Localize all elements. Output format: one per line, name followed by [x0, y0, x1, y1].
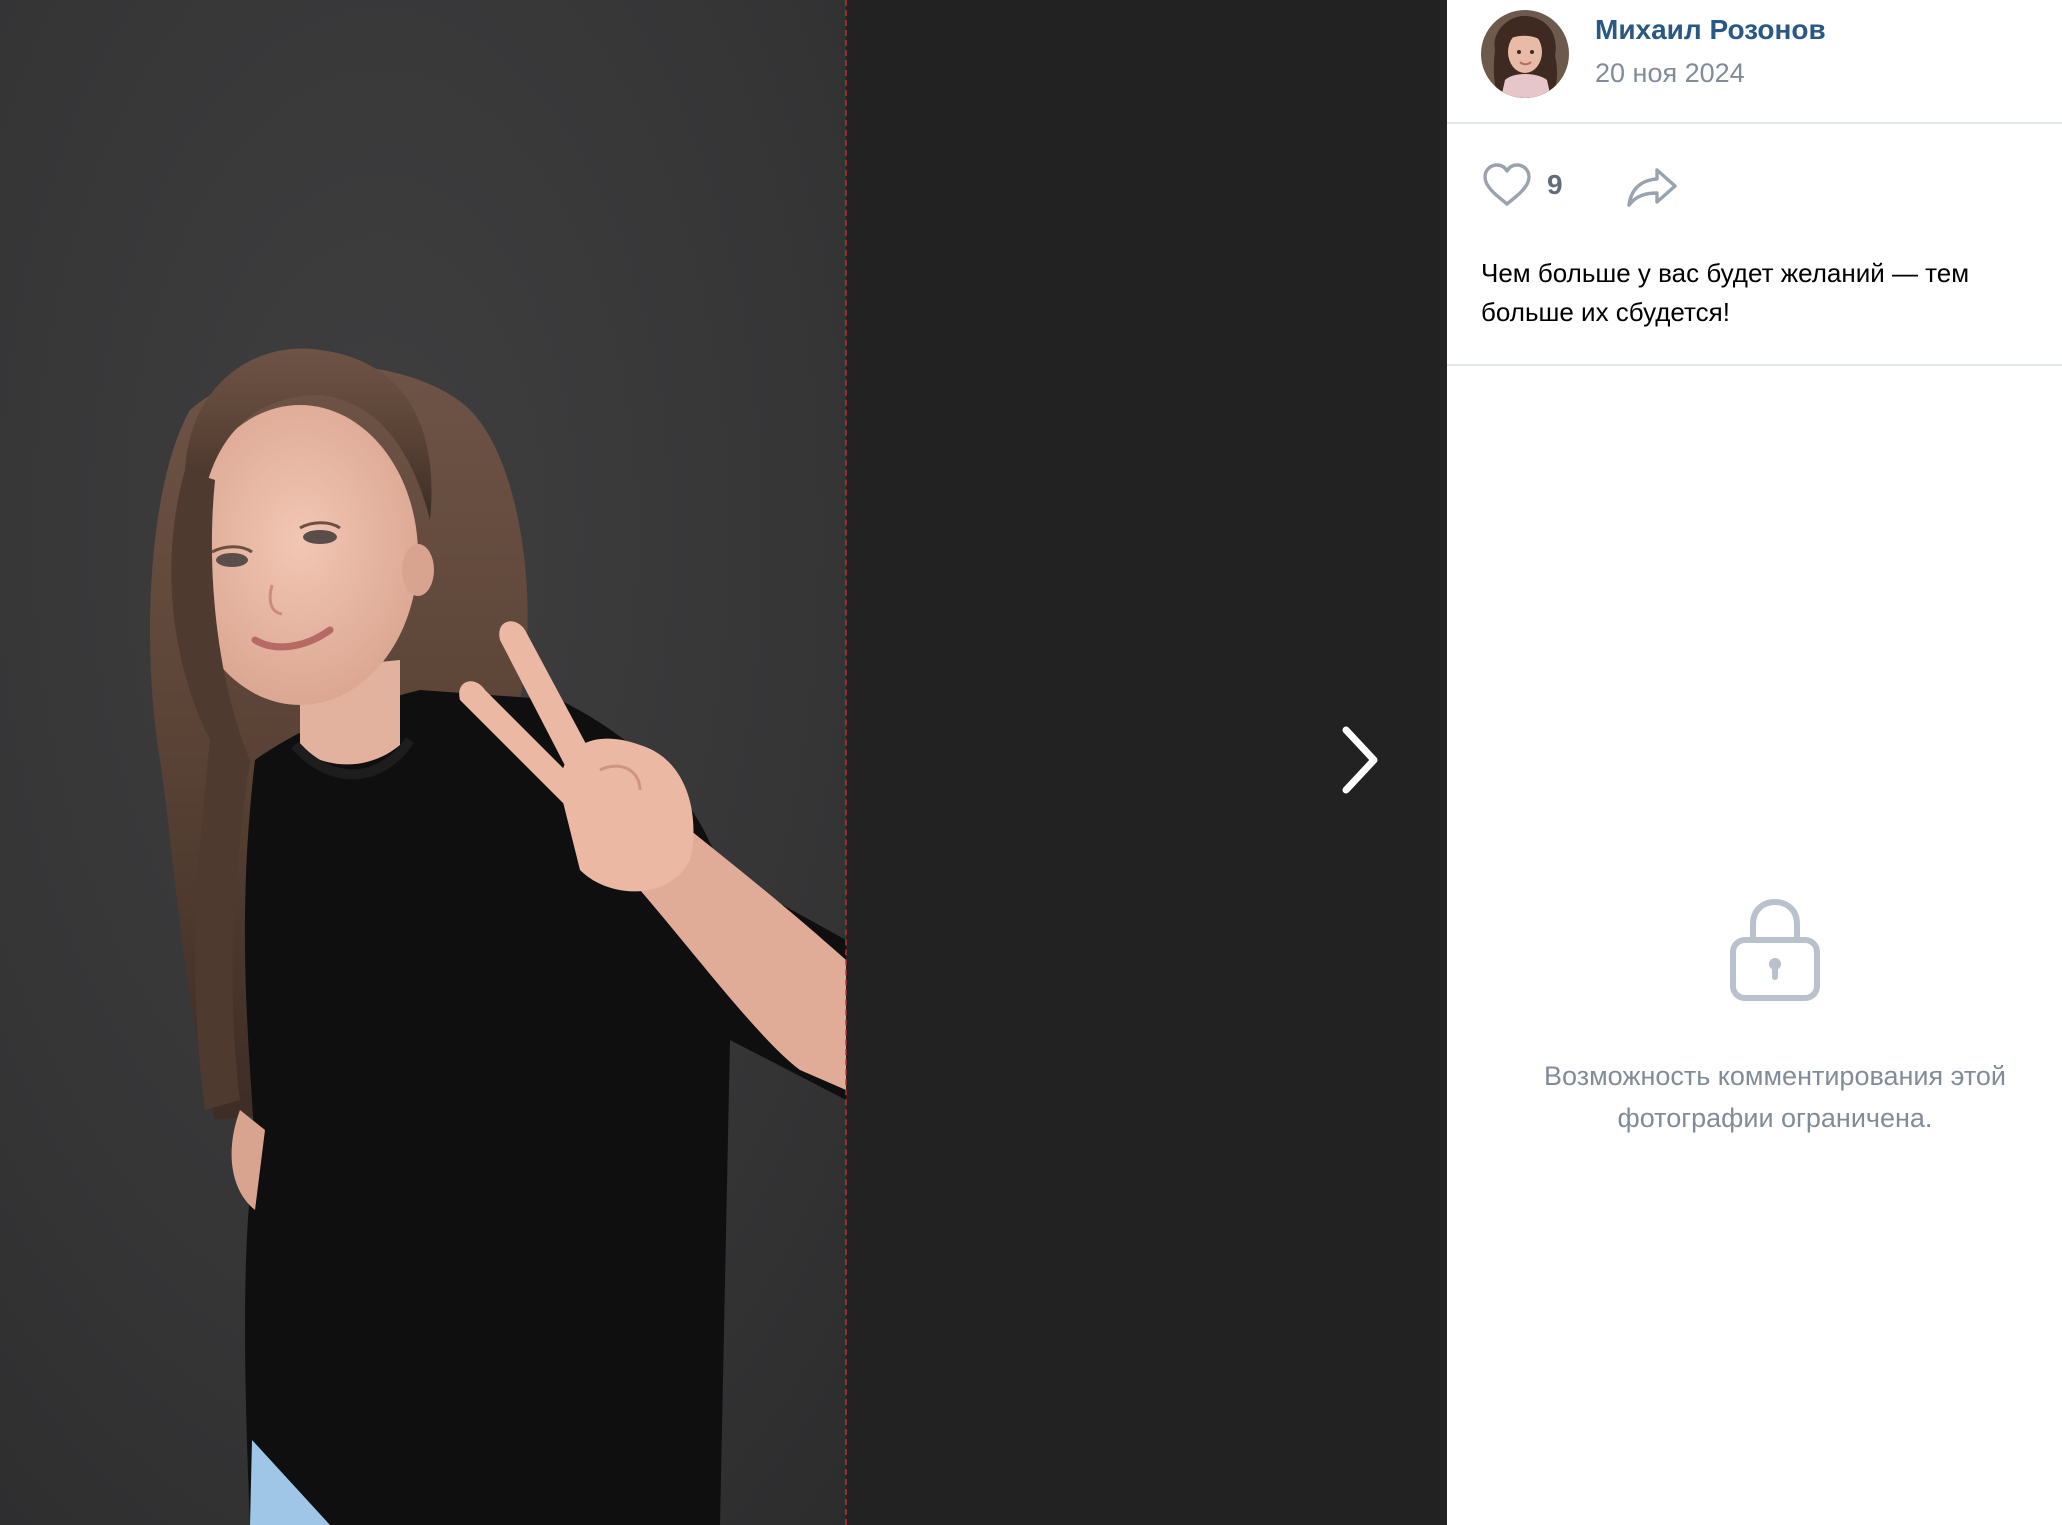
share-arrow-icon — [1627, 168, 1677, 207]
lock-icon — [1727, 894, 1823, 1009]
photo-viewer: Михаил Розонов 20 ноя 2024 9 Чем больше … — [0, 0, 2062, 1525]
heart-icon — [1483, 163, 1531, 206]
author-name-link[interactable]: Михаил Розонов — [1595, 14, 1826, 46]
photo-info-panel: Михаил Розонов 20 ноя 2024 9 Чем больше … — [1447, 0, 2062, 1525]
share-button[interactable] — [1625, 164, 1681, 215]
caption-divider — [1447, 364, 2062, 366]
post-actions: 9 — [1447, 122, 2062, 254]
photo-image — [0, 0, 846, 1525]
avatar[interactable] — [1481, 10, 1569, 98]
post-date[interactable]: 20 ноя 2024 — [1595, 58, 1745, 89]
like-count: 9 — [1547, 169, 1563, 200]
photo-edge-guide — [845, 0, 847, 1525]
avatar-image — [1481, 10, 1569, 98]
chevron-right-icon — [1342, 726, 1378, 794]
photo-caption: Чем больше у вас будет желаний — тем бол… — [1481, 258, 1970, 327]
like-button[interactable]: 9 — [1481, 162, 1563, 208]
comments-locked-notice: Возможность комментирования этой фотогра… — [1505, 894, 2045, 1139]
next-photo-button[interactable] — [1318, 712, 1402, 808]
comments-locked-text: Возможность комментирования этой фотогра… — [1544, 1061, 2006, 1133]
photo[interactable] — [0, 0, 846, 1525]
author-header: Михаил Розонов 20 ноя 2024 — [1447, 0, 2062, 124]
photo-stage — [0, 0, 1447, 1525]
